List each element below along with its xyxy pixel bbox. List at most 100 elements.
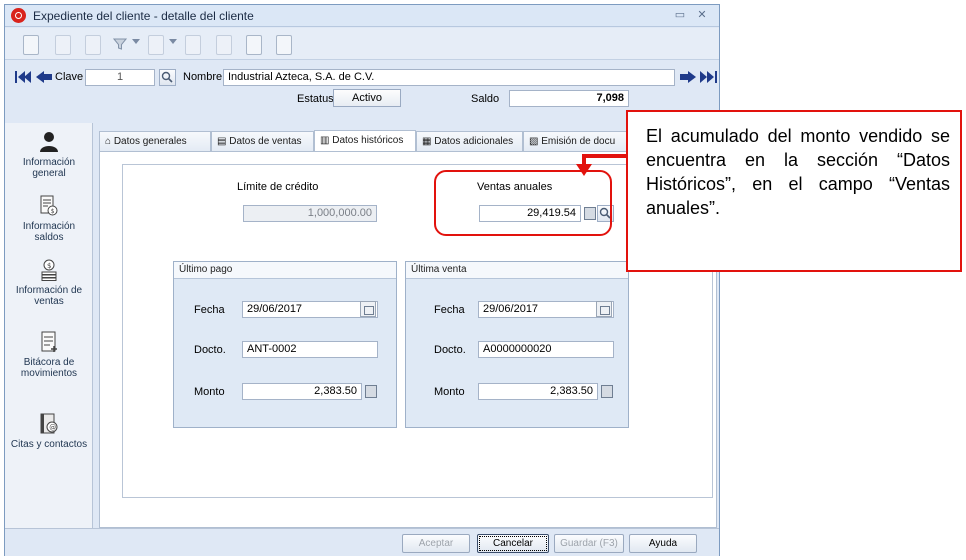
cancelar-button[interactable]: Cancelar <box>477 534 549 553</box>
guardar-button[interactable]: Guardar (F3) <box>554 534 624 553</box>
app-logo-icon <box>11 8 26 23</box>
sidebar: Información general $ Información saldos… <box>5 123 93 528</box>
emission-icon: ▧ <box>529 136 539 147</box>
documento-icon[interactable] <box>85 35 101 55</box>
fecha-label: Fecha <box>194 304 225 316</box>
coins-icon: $ <box>41 259 57 281</box>
client-detail-window: Expediente del cliente - detalle del cli… <box>4 4 720 556</box>
svg-text:@: @ <box>49 424 56 432</box>
calculator-icon[interactable] <box>365 385 377 398</box>
sidebar-item-informacion-general[interactable]: Información general <box>5 131 93 179</box>
estatus-badge: Activo <box>333 89 401 107</box>
docto-label: Docto. <box>434 344 466 356</box>
nombre-label: Nombre <box>183 71 223 83</box>
monto-label: Monto <box>194 386 225 398</box>
ultimo-pago-docto-field[interactable]: ANT-0002 <box>242 341 378 358</box>
svg-text:$: $ <box>51 208 55 215</box>
ultimo-pago-title: Último pago <box>174 262 396 279</box>
limite-credito-field: 1,000,000.00 <box>243 205 377 222</box>
datos-historicos-panel: Límite de crédito 1,000,000.00 Ventas an… <box>99 151 717 528</box>
window-title: Expediente del cliente - detalle del cli… <box>33 9 254 23</box>
imprimir-icon[interactable] <box>185 35 201 55</box>
tab-emision-documentos[interactable]: ▧ Emisión de docu <box>523 131 627 152</box>
abrir-icon[interactable] <box>55 35 71 55</box>
sidebar-label: Bitácora de movimientos <box>20 357 78 379</box>
tab-label: Datos históricos <box>332 135 404 146</box>
callout-connector <box>584 154 628 158</box>
saldo-field: 7,098 <box>509 90 629 107</box>
calendar-icon[interactable] <box>360 301 376 317</box>
tab-label: Datos adicionales <box>434 136 514 147</box>
vista-icon[interactable] <box>148 35 164 55</box>
historicos-content: Límite de crédito 1,000,000.00 Ventas an… <box>122 164 713 498</box>
reporte-icon[interactable] <box>216 35 232 55</box>
clave-search-icon[interactable] <box>159 69 176 86</box>
sidebar-item-informacion-ventas[interactable]: $ Información de ventas <box>5 259 93 307</box>
next-record-icon[interactable] <box>679 70 697 84</box>
person-icon <box>40 132 58 152</box>
copiar-icon[interactable] <box>246 35 262 55</box>
docto-label: Docto. <box>194 344 226 356</box>
calculator-icon[interactable] <box>601 385 613 398</box>
clave-field[interactable]: 1 <box>85 69 155 86</box>
title-bar: Expediente del cliente - detalle del cli… <box>5 5 719 27</box>
sidebar-item-citas-contactos[interactable]: @ Citas y contactos <box>5 413 93 450</box>
vista-dropdown-icon[interactable] <box>169 39 177 44</box>
ultima-venta-group: Última venta Fecha 29/06/2017 Docto. A00… <box>405 261 629 428</box>
ultimo-pago-monto-field[interactable]: 2,383.50 <box>242 383 362 400</box>
ventas-anuales-highlight <box>434 170 612 236</box>
svg-text:$: $ <box>47 262 51 270</box>
nombre-field[interactable]: Industrial Azteca, S.A. de C.V. <box>223 69 675 86</box>
limite-credito-label: Límite de crédito <box>237 181 319 193</box>
fecha-label: Fecha <box>434 304 465 316</box>
sales-icon: ▤ <box>217 136 227 147</box>
tab-datos-adicionales[interactable]: ▦ Datos adicionales <box>416 131 523 152</box>
tab-label: Emisión de docu <box>541 136 616 147</box>
last-record-icon[interactable] <box>699 70 717 84</box>
aceptar-button[interactable]: Aceptar <box>402 534 470 553</box>
annotation-callout: El acumulado del monto vendido se encuen… <box>626 110 962 272</box>
monto-label: Monto <box>434 386 465 398</box>
first-record-icon[interactable] <box>15 70 33 84</box>
correo-icon[interactable] <box>276 35 292 55</box>
log-icon <box>41 331 57 352</box>
tab-label: Datos de ventas <box>229 136 302 147</box>
prev-record-icon[interactable] <box>35 70 53 84</box>
restore-icon[interactable]: ▭ <box>673 9 687 22</box>
saldo-label: Saldo <box>471 93 500 105</box>
tab-datos-historicos[interactable]: ▥ Datos históricos <box>314 130 416 152</box>
sidebar-label: Información general <box>22 157 76 179</box>
sidebar-label: Información saldos <box>22 221 76 243</box>
sidebar-label: Citas y contactos <box>10 439 88 450</box>
ayuda-button[interactable]: Ayuda <box>629 534 697 553</box>
tab-datos-generales[interactable]: ⌂ Datos generales <box>99 131 211 152</box>
nuevo-icon[interactable] <box>23 35 39 55</box>
ultima-venta-monto-field[interactable]: 2,383.50 <box>478 383 598 400</box>
estatus-label: Estatus <box>297 93 334 105</box>
ultima-venta-title: Última venta <box>406 262 628 279</box>
callout-text: El acumulado del monto vendido se encuen… <box>646 126 950 218</box>
tab-label: Datos generales <box>113 136 187 147</box>
filtro-icon[interactable] <box>113 37 127 51</box>
extra-data-icon: ▦ <box>422 136 432 147</box>
contacts-icon: @ <box>40 413 58 434</box>
ultimo-pago-fecha-field[interactable]: 29/06/2017 <box>242 301 378 318</box>
home-icon: ⌂ <box>105 136 112 147</box>
tab-datos-ventas[interactable]: ▤ Datos de ventas <box>211 131 314 152</box>
toolbar <box>5 28 719 60</box>
close-icon[interactable]: ✕ <box>695 9 709 22</box>
calendar-icon[interactable] <box>596 301 612 317</box>
history-icon: ▥ <box>320 135 330 146</box>
ultima-venta-docto-field[interactable]: A0000000020 <box>478 341 614 358</box>
clave-label: Clave <box>55 71 84 83</box>
filtro-dropdown-icon[interactable] <box>132 39 140 44</box>
record-header: Clave 1 Nombre Industrial Azteca, S.A. d… <box>5 61 719 107</box>
tab-bar: ⌂ Datos generales ▤ Datos de ventas ▥ Da… <box>99 130 627 152</box>
sidebar-item-informacion-saldos[interactable]: $ Información saldos <box>5 195 93 243</box>
sidebar-label: Información de ventas <box>15 285 83 307</box>
document-money-icon: $ <box>40 195 58 216</box>
button-bar: Aceptar Cancelar Guardar (F3) Ayuda <box>5 528 719 556</box>
callout-arrow-icon <box>576 164 592 176</box>
sidebar-item-bitacora[interactable]: Bitácora de movimientos <box>5 331 93 379</box>
ultima-venta-fecha-field[interactable]: 29/06/2017 <box>478 301 614 318</box>
